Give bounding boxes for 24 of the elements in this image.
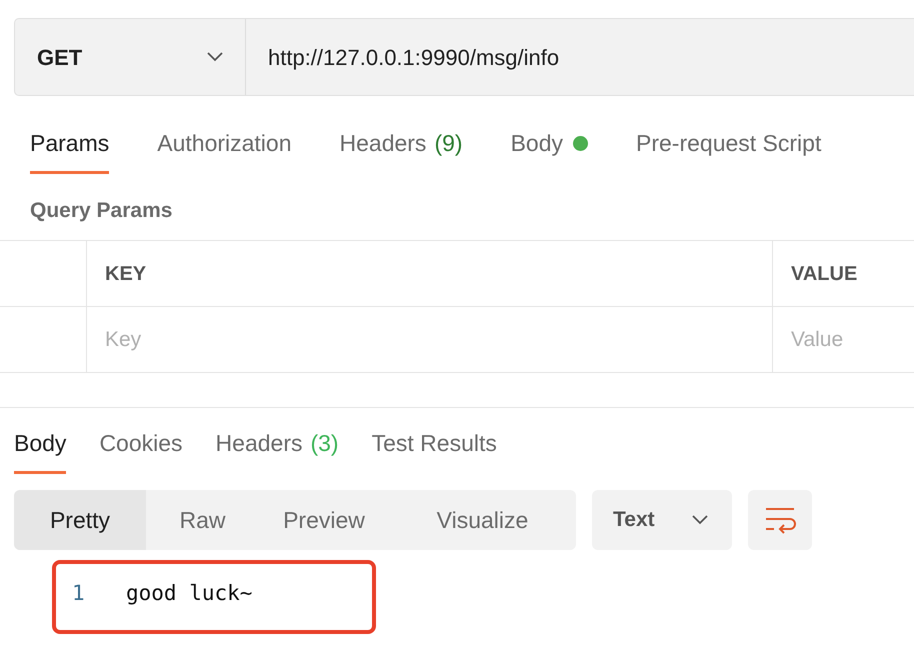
response-text: good luck~ (126, 580, 252, 607)
wrap-lines-button[interactable] (748, 490, 812, 550)
column-header: KEY (87, 241, 773, 306)
view-mode-tab[interactable]: Visualize (389, 490, 576, 550)
column-header: VALUE (790, 262, 858, 286)
tab[interactable]: Headers (9) (340, 126, 463, 174)
tab[interactable]: Headers (3) (216, 426, 339, 474)
tab[interactable]: Authorization (157, 126, 292, 174)
tab[interactable]: Pre-request Script (636, 126, 822, 174)
tab[interactable]: Params (30, 126, 110, 174)
view-mode-tab[interactable]: Raw (146, 490, 259, 550)
value-input-field[interactable]: Value (773, 307, 914, 372)
section-title: Query Params (29, 198, 174, 224)
tab[interactable]: Body (510, 126, 588, 174)
tab[interactable]: Cookies (99, 426, 183, 474)
view-mode-tab[interactable]: Pretty (14, 490, 146, 550)
tab[interactable]: Test Results (372, 426, 497, 474)
view-mode-tab[interactable]: Preview (259, 490, 389, 550)
format-dropdown[interactable]: Text (592, 490, 732, 550)
tab[interactable]: Body (14, 426, 66, 474)
chevron-down-icon (692, 515, 708, 525)
wrap-lines-icon (764, 506, 796, 534)
key-input-field[interactable]: Key (87, 307, 773, 372)
line-number: 1 (72, 580, 86, 607)
